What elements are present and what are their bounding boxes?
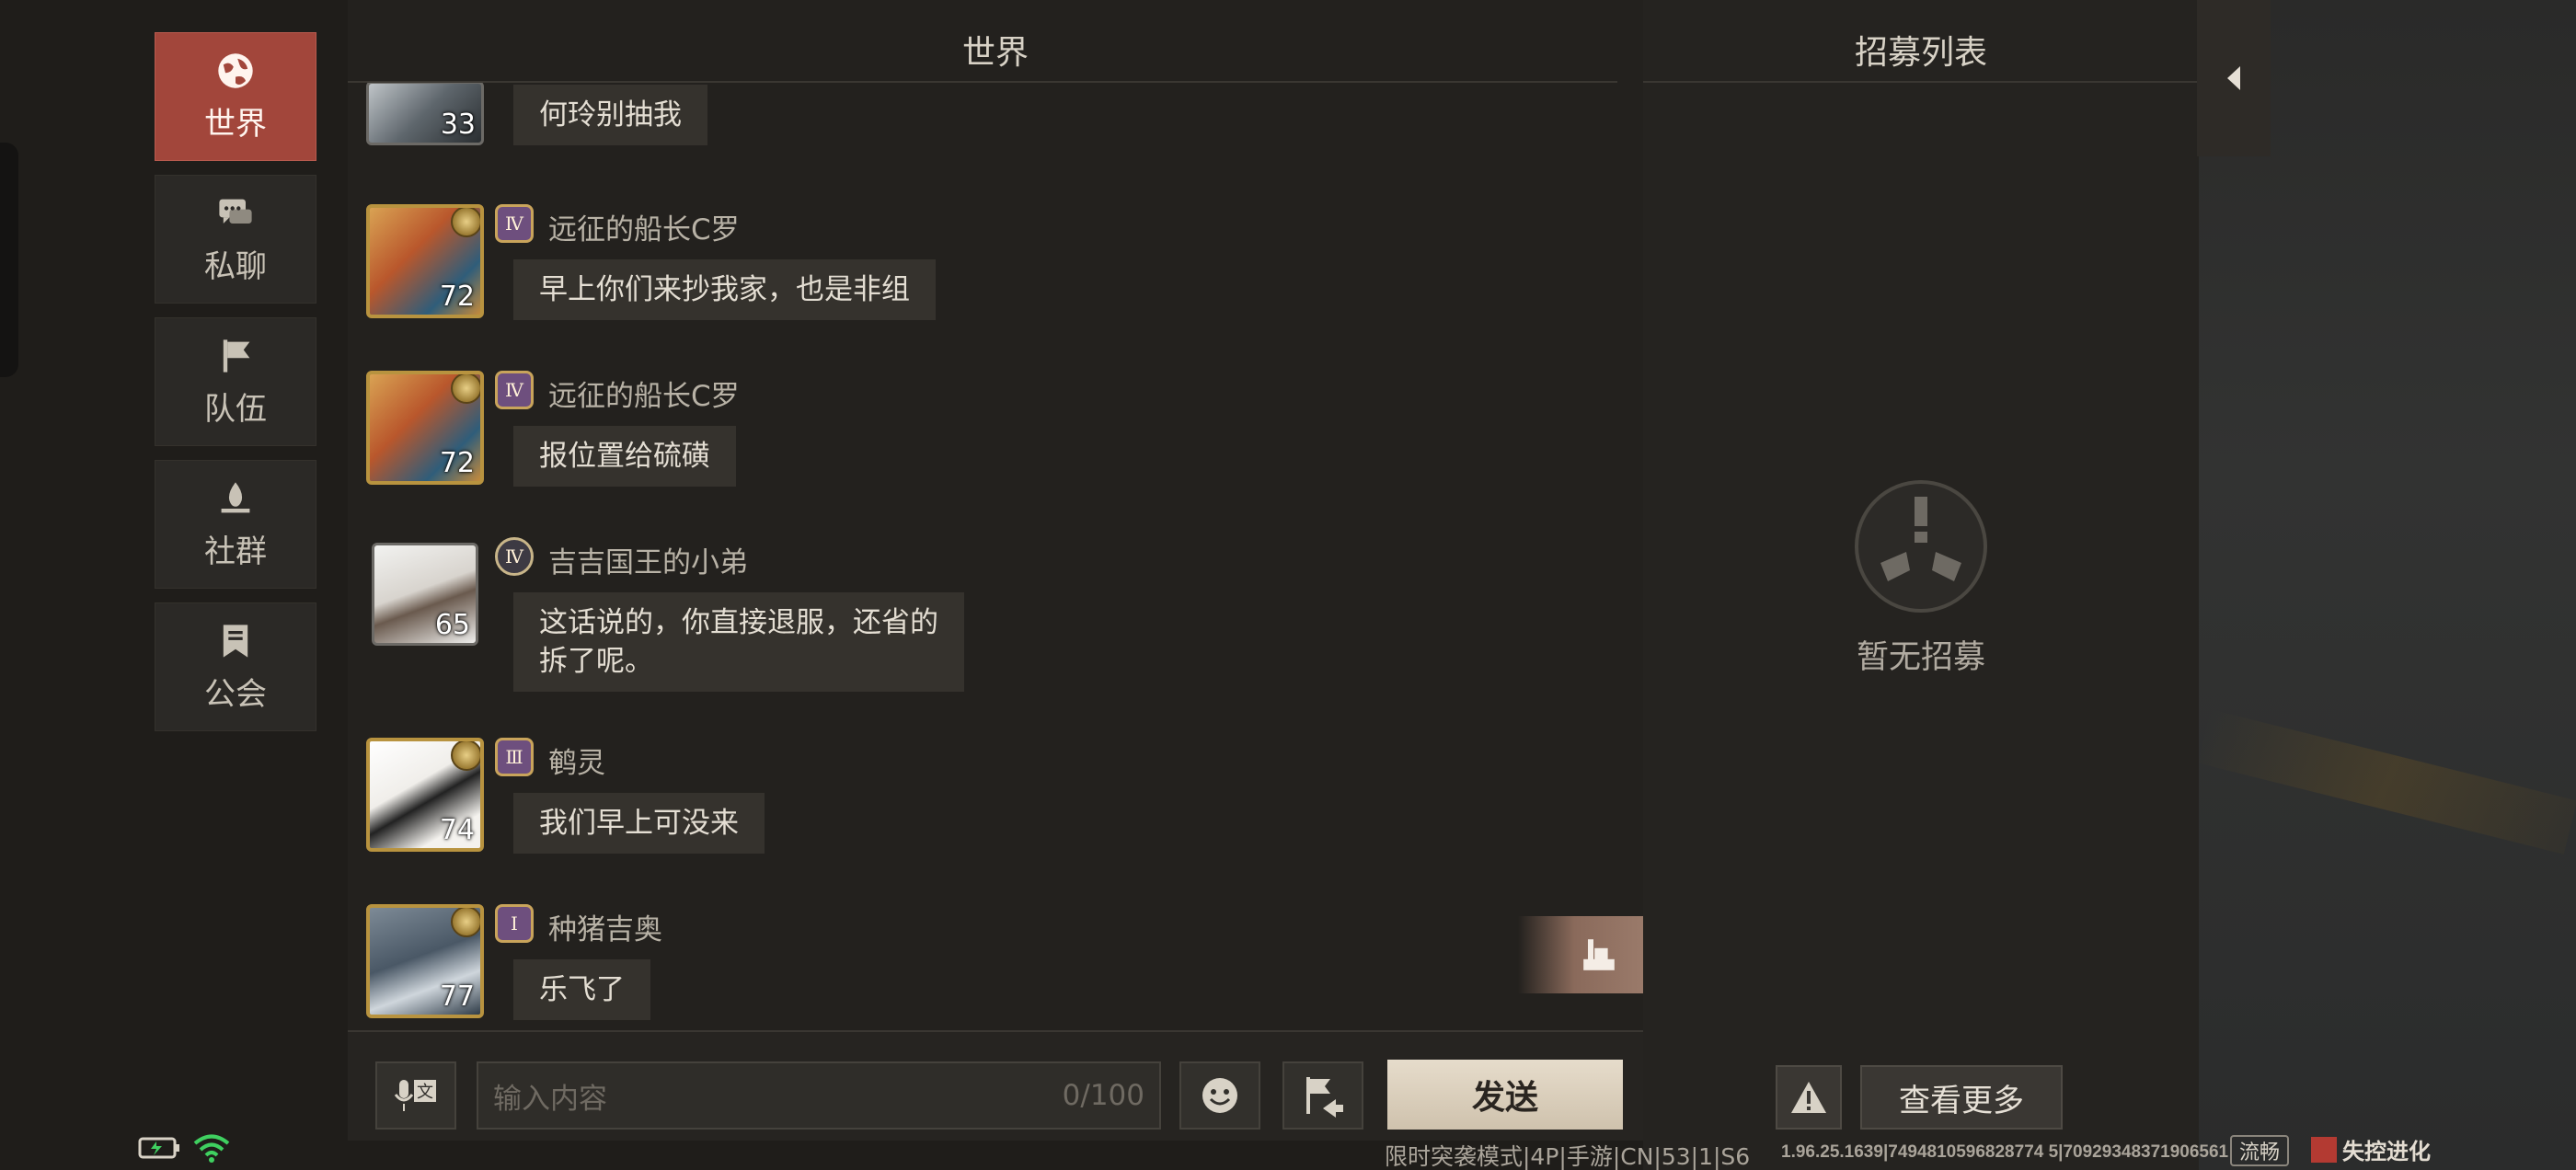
nav-item-guild[interactable]: 公会 bbox=[155, 602, 316, 731]
microphone-text-icon: 文 bbox=[394, 1080, 436, 1111]
mode-info: 限时突袭模式|4P|手游|CN|53|1|S6 bbox=[1385, 1143, 1751, 1170]
quality-badge: 流畅 bbox=[2230, 1135, 2289, 1166]
message-bubble: 报位置给硫磺 bbox=[513, 426, 736, 487]
rank-badge: Ⅳ bbox=[495, 371, 534, 409]
rank-badge: Ⅳ bbox=[495, 204, 534, 243]
recruit-panel: 招募列表 暂无招募 查看更多 bbox=[1643, 0, 2199, 1170]
player-name[interactable]: 吉吉国王的小弟 bbox=[548, 539, 748, 580]
message-line: 拆了呢。 bbox=[539, 645, 653, 678]
background-stripe bbox=[2197, 709, 2576, 855]
caret-left-icon bbox=[2227, 66, 2240, 90]
chat-input-bar: 文 输入内容 0/100 发送 bbox=[348, 1030, 1643, 1141]
level-badge: 74 bbox=[439, 814, 475, 846]
empty-state-icon bbox=[1855, 480, 1987, 613]
message-bubble: 早上你们来抄我家，也是非组 bbox=[513, 259, 936, 320]
game-logo: 失控进化 bbox=[2311, 1133, 2431, 1165]
chat-panel: 世界 33 何玲别抽我 72 Ⅳ 远征的船长C罗 早上你们来抄我家，也是非组 7… bbox=[348, 0, 1643, 1030]
rank-badge: Ⅲ bbox=[495, 738, 534, 776]
message-bubble: 我们早上可没来 bbox=[513, 793, 765, 854]
empty-state-text: 暂无招募 bbox=[1856, 639, 1985, 676]
campfire-icon bbox=[221, 481, 250, 512]
voice-to-text-button[interactable]: 文 bbox=[375, 1061, 456, 1130]
nav-label: 私聊 bbox=[204, 247, 267, 285]
avatar[interactable]: 77 bbox=[366, 904, 484, 1018]
message-input[interactable]: 输入内容 0/100 bbox=[477, 1061, 1161, 1130]
nav-item-private[interactable]: 私聊 bbox=[155, 175, 316, 304]
rank-badge: Ⅳ bbox=[495, 537, 534, 576]
chat-bubbles-icon bbox=[219, 199, 252, 224]
star-icon bbox=[451, 374, 480, 404]
avatar[interactable]: 74 bbox=[366, 738, 484, 852]
battery-icon bbox=[138, 1137, 179, 1159]
nav-label: 世界 bbox=[204, 105, 267, 143]
message-bubble: 何玲别抽我 bbox=[513, 85, 707, 145]
game-background bbox=[2197, 0, 2576, 1170]
logo-mark-icon bbox=[2311, 1136, 2337, 1163]
build-info: 1.96.25.1639|7494810596828774 5|70929348… bbox=[1781, 1142, 2229, 1162]
globe-icon bbox=[218, 52, 253, 88]
recruit-title: 招募列表 bbox=[1854, 34, 1987, 72]
send-button[interactable]: 发送 bbox=[1387, 1060, 1623, 1130]
message-list[interactable]: 33 何玲别抽我 72 Ⅳ 远征的船长C罗 早上你们来抄我家，也是非组 72 Ⅳ… bbox=[348, 83, 1643, 1028]
player-name[interactable]: 远征的船长C罗 bbox=[548, 206, 740, 247]
avatar[interactable]: 65 bbox=[372, 543, 478, 646]
nav-item-team[interactable]: 队伍 bbox=[155, 317, 316, 446]
report-button[interactable] bbox=[1776, 1065, 1842, 1130]
rank-badge: Ⅰ bbox=[495, 904, 534, 943]
char-counter: 0/100 bbox=[1062, 1079, 1144, 1112]
level-badge: 72 bbox=[439, 447, 475, 479]
avatar[interactable]: 72 bbox=[366, 204, 484, 318]
star-icon bbox=[451, 208, 480, 237]
banner-icon bbox=[223, 624, 248, 658]
nav-label: 公会 bbox=[204, 675, 267, 713]
emoji-button[interactable] bbox=[1179, 1061, 1260, 1130]
star-icon bbox=[451, 741, 480, 771]
raised-hand-icon bbox=[1583, 939, 1615, 970]
device-status bbox=[138, 1133, 230, 1163]
chat-title: 世界 bbox=[961, 34, 1029, 72]
smiley-icon bbox=[1202, 1078, 1237, 1113]
logo-text: 失控进化 bbox=[2342, 1139, 2431, 1164]
nav-item-community[interactable]: 社群 bbox=[155, 460, 316, 589]
input-placeholder: 输入内容 bbox=[493, 1082, 607, 1116]
player-name[interactable]: 鹌灵 bbox=[548, 740, 605, 781]
collapse-panel-button[interactable] bbox=[2197, 0, 2271, 156]
share-position-button[interactable] bbox=[1282, 1061, 1363, 1130]
level-badge: 33 bbox=[440, 109, 476, 141]
divider bbox=[1643, 81, 2199, 83]
flag-share-icon bbox=[1306, 1077, 1343, 1118]
wifi-icon bbox=[193, 1134, 230, 1163]
message-line: 这话说的，你直接退服，还省的 bbox=[539, 606, 938, 639]
message-bubble: 这话说的，你直接退服，还省的 拆了呢。 bbox=[513, 592, 964, 692]
nav-label: 社群 bbox=[204, 533, 267, 570]
nav-label: 队伍 bbox=[204, 390, 267, 428]
edge-drawer-handle[interactable] bbox=[0, 143, 18, 377]
level-badge: 72 bbox=[439, 281, 475, 313]
svg-text:文: 文 bbox=[417, 1083, 433, 1102]
message-bubble: 乐飞了 bbox=[513, 959, 650, 1020]
nav-item-world[interactable]: 世界 bbox=[155, 32, 316, 161]
player-name[interactable]: 种猪吉奥 bbox=[548, 906, 662, 947]
level-badge: 65 bbox=[434, 609, 470, 641]
star-icon bbox=[451, 908, 480, 937]
player-name[interactable]: 远征的船长C罗 bbox=[548, 373, 740, 414]
warning-icon bbox=[1791, 1082, 1826, 1113]
view-more-button[interactable]: 查看更多 bbox=[1860, 1065, 2063, 1130]
level-badge: 77 bbox=[439, 981, 475, 1013]
avatar[interactable]: 72 bbox=[366, 371, 484, 485]
flag-icon bbox=[223, 338, 250, 373]
chat-channel-nav: 世界 私聊 队伍 社群 公会 bbox=[155, 32, 316, 745]
avatar[interactable]: 33 bbox=[366, 83, 484, 145]
raise-hand-button[interactable] bbox=[1518, 916, 1643, 993]
